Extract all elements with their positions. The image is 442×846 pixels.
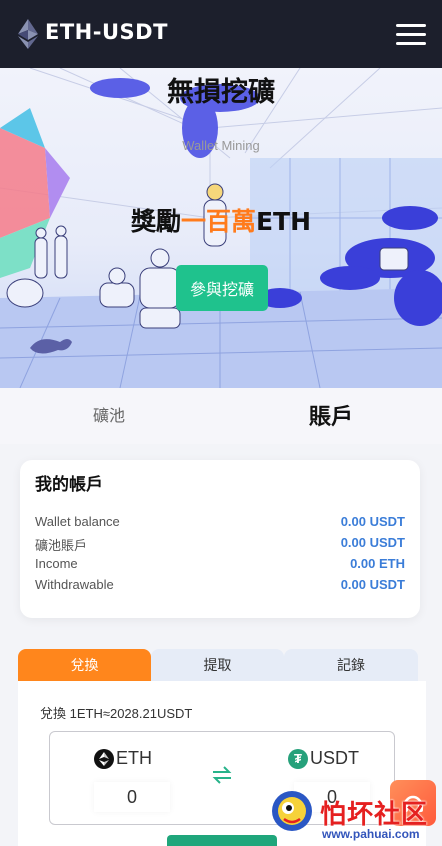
- tab-exchange[interactable]: 兌換: [18, 649, 151, 681]
- row-label: 礦池賬戶: [35, 538, 88, 553]
- account-row: Withdrawable 0.00 USDT: [35, 577, 405, 597]
- reward-suffix: ETH: [255, 207, 312, 236]
- exchange-rate: 兌換 1ETH≈2028.21USDT: [40, 706, 193, 721]
- watermark-url: www.pahuai.com: [322, 827, 420, 841]
- main-tabs: 礦池 賬戶: [0, 388, 442, 444]
- hero-subtitle: Wallet Mining: [182, 138, 260, 153]
- account-card: 我的帳戶 Wallet balance 0.00 USDT 礦池賬戶 0.00 …: [20, 460, 420, 618]
- ethereum-icon: [18, 19, 38, 49]
- watermark-logo: [272, 791, 312, 831]
- row-value: 0.00 USDT: [340, 514, 405, 529]
- hero-title: 無損挖礦: [167, 77, 275, 108]
- reward-highlight: 一百萬: [180, 207, 256, 236]
- from-coin: ETH: [94, 748, 152, 769]
- account-row: 礦池賬戶 0.00 USDT: [35, 535, 405, 555]
- tab-pool[interactable]: 礦池: [93, 402, 125, 426]
- to-coin: ₮ USDT: [288, 748, 359, 769]
- from-coin-label: ETH: [116, 748, 152, 768]
- exchange-tabs: 兌換 提取 記錄: [18, 649, 418, 681]
- account-row: Wallet balance 0.00 USDT: [35, 514, 405, 534]
- tab-account[interactable]: 賬戶: [309, 399, 353, 431]
- top-bar: ETH-USDT: [0, 0, 442, 68]
- from-amount-input[interactable]: [94, 782, 170, 812]
- tab-withdraw[interactable]: 提取: [151, 649, 284, 681]
- tab-records[interactable]: 記錄: [284, 649, 418, 681]
- reward-headline: 獎勵一百萬ETH: [0, 202, 442, 238]
- row-value: 0.00 ETH: [350, 556, 405, 571]
- row-label: Withdrawable: [35, 577, 114, 592]
- watermark-text: 怕坏社区: [320, 800, 429, 830]
- tether-icon: ₮: [288, 748, 308, 769]
- row-value: 0.00 USDT: [340, 535, 405, 550]
- hero-banner: 無損挖礦 Wallet Mining 獎勵一百萬ETH 參與挖礦: [0, 68, 442, 388]
- to-coin-label: USDT: [310, 748, 359, 768]
- row-label: Income: [35, 556, 78, 571]
- swap-icon[interactable]: [209, 762, 235, 788]
- app-title: ETH-USDT: [45, 20, 168, 44]
- watermark: 怕坏社区 www.pahuai.com: [268, 780, 442, 846]
- account-row: Income 0.00 ETH: [35, 556, 405, 576]
- exchange-confirm-button[interactable]: [167, 835, 277, 846]
- reward-prefix: 獎勵: [130, 207, 181, 236]
- ethereum-icon: [94, 748, 114, 769]
- join-mining-button[interactable]: 參與挖礦: [176, 265, 268, 311]
- hamburger-menu-icon[interactable]: [396, 24, 426, 46]
- account-title: 我的帳戶: [35, 475, 103, 494]
- row-label: Wallet balance: [35, 514, 120, 529]
- row-value: 0.00 USDT: [340, 577, 405, 592]
